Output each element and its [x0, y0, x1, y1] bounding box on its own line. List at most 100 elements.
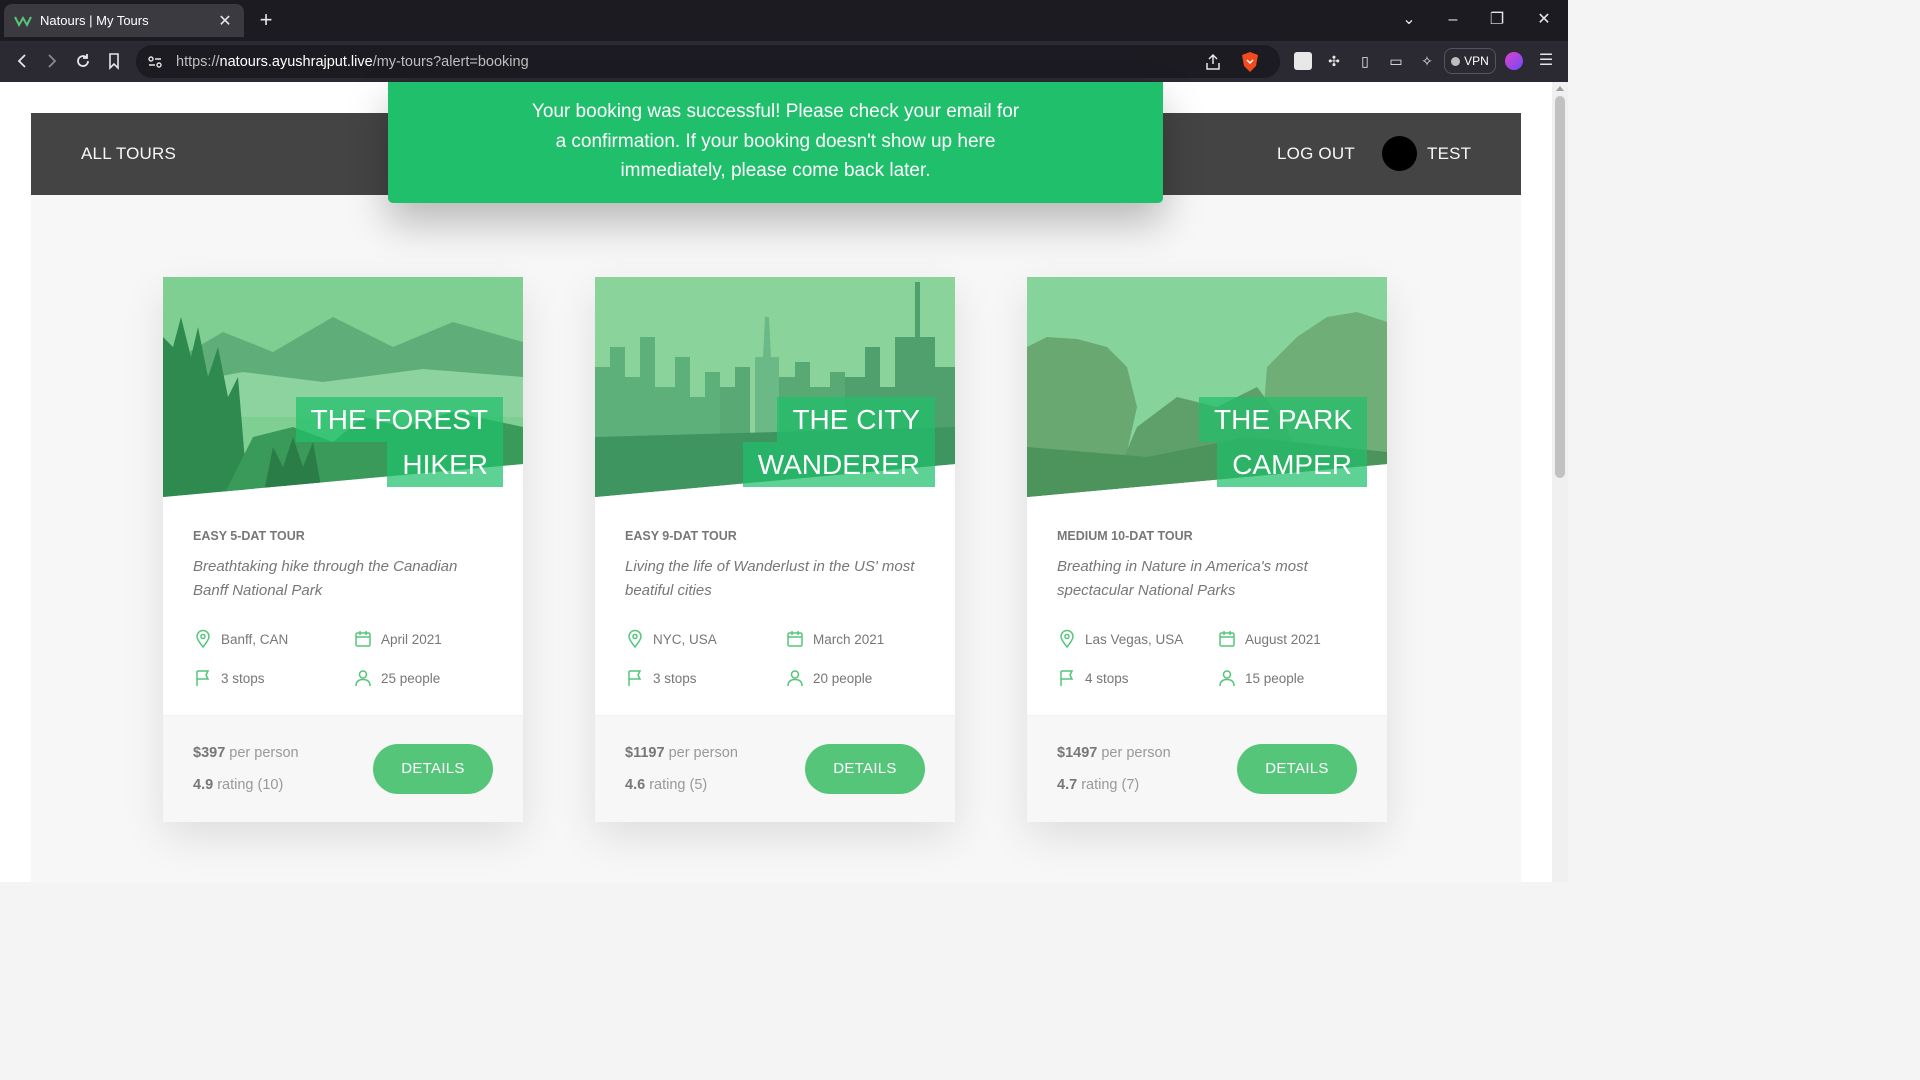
date-text: March 2021: [813, 631, 885, 647]
card-price: $1197 per person: [625, 745, 738, 761]
url-prefix: https://: [176, 54, 220, 70]
rating-value: 4.9: [193, 777, 214, 793]
rating-value: 4.7: [1057, 777, 1078, 793]
user-name-link[interactable]: TEST: [1427, 144, 1471, 164]
browser-tab-bar: Natours | My Tours ✕ + ⌄ – ❐ ✕: [0, 0, 1568, 41]
flag-icon: [628, 670, 642, 686]
scroll-up-icon[interactable]: [1556, 86, 1564, 91]
scrollbar-thumb[interactable]: [1555, 96, 1565, 478]
map-pin-icon: [196, 629, 210, 649]
price-value: $1497: [1057, 745, 1098, 761]
details-button[interactable]: DETAILS: [1237, 744, 1357, 794]
all-tours-link[interactable]: ALL TOURS: [81, 144, 176, 164]
details-button[interactable]: DETAILS: [805, 744, 925, 794]
minimize-button[interactable]: –: [1443, 10, 1463, 30]
user-icon: [787, 670, 803, 687]
leo-ai-icon[interactable]: ✧: [1417, 51, 1437, 71]
card-title: THE CITY WANDERER: [742, 397, 935, 487]
address-bar[interactable]: https://natours.ayushrajput.live/my-tour…: [136, 45, 1280, 78]
card-date: August 2021: [1217, 629, 1321, 649]
menu-icon[interactable]: ☰: [1536, 51, 1556, 71]
close-tab-icon[interactable]: ✕: [216, 11, 234, 31]
map-pin-icon: [628, 629, 642, 649]
tab-title: Natours | My Tours: [40, 13, 149, 28]
location-text: Las Vegas, USA: [1085, 631, 1184, 647]
tour-card: THE FOREST HIKER EASY 5-DAT TOUR Breatht…: [163, 277, 523, 822]
card-stops: 3 stops: [193, 668, 265, 688]
reload-button[interactable]: [73, 51, 93, 71]
calendar-icon: [355, 631, 371, 647]
date-text: April 2021: [381, 631, 442, 647]
card-title-line-2: CAMPER: [1217, 442, 1367, 487]
back-arrow-icon: [17, 54, 26, 68]
map-pin-icon: [1060, 629, 1074, 649]
sidebar-toggle-icon[interactable]: ▯: [1355, 51, 1375, 71]
logout-link[interactable]: LOG OUT: [1277, 144, 1355, 164]
card-title: THE PARK CAMPER: [1199, 397, 1367, 487]
people-text: 20 people: [813, 670, 873, 686]
new-tab-button[interactable]: +: [254, 8, 278, 32]
user-icon: [355, 670, 371, 687]
card-summary: Living the life of Wanderlust in the US'…: [625, 558, 915, 599]
profile-icon[interactable]: [1505, 52, 1523, 70]
user-avatar[interactable]: [1382, 136, 1417, 171]
card-title-line-1: THE FOREST: [295, 397, 503, 442]
card-location: NYC, USA: [625, 629, 717, 649]
card-location: Las Vegas, USA: [1057, 629, 1183, 649]
forward-button[interactable]: [42, 51, 62, 71]
vpn-button[interactable]: VPN: [1444, 48, 1496, 74]
close-window-button[interactable]: ✕: [1534, 10, 1554, 30]
page-scrollbar[interactable]: [1552, 82, 1568, 882]
people-text: 25 people: [381, 670, 441, 686]
rating-suffix: rating (5): [649, 777, 708, 793]
natours-favicon-icon: [14, 15, 32, 27]
url-path: /my-tours?alert=booking: [372, 54, 529, 70]
calendar-icon: [787, 631, 803, 647]
price-value: $397: [193, 745, 226, 761]
card-people: 15 people: [1217, 668, 1304, 688]
card-stops: 4 stops: [1057, 668, 1129, 688]
price-suffix: per person: [229, 745, 299, 761]
stops-text: 3 stops: [653, 670, 697, 686]
card-price: $1497 per person: [1057, 745, 1171, 761]
card-people: 20 people: [785, 668, 872, 688]
bookmark-button[interactable]: [104, 51, 124, 71]
extensions-puzzle-icon[interactable]: ✣: [1324, 51, 1344, 71]
back-button[interactable]: [12, 51, 32, 71]
card-title-line-1: THE CITY: [777, 397, 935, 442]
tab-search-chevron-icon[interactable]: ⌄: [1399, 10, 1419, 30]
brave-shields-icon[interactable]: [1240, 51, 1260, 73]
price-suffix: per person: [1101, 745, 1171, 761]
booking-success-alert: Your booking was successful! Please chec…: [388, 82, 1163, 203]
details-button[interactable]: DETAILS: [373, 744, 493, 794]
share-icon[interactable]: [1204, 53, 1222, 71]
user-icon: [1219, 670, 1235, 687]
card-rating: 4.7 rating (7): [1057, 777, 1139, 793]
card-date: April 2021: [353, 629, 442, 649]
restore-button[interactable]: ❐: [1487, 10, 1507, 30]
stops-text: 4 stops: [1085, 670, 1129, 686]
location-text: Banff, CAN: [221, 631, 289, 647]
url-host: natours.ayushrajput.live: [219, 54, 373, 70]
card-subheading: MEDIUM 10-DAT TOUR: [1057, 529, 1193, 543]
card-title: THE FOREST HIKER: [295, 397, 503, 487]
site-settings-icon[interactable]: [146, 53, 164, 71]
browser-tab[interactable]: Natours | My Tours ✕: [4, 4, 244, 37]
tour-card: THE PARK CAMPER MEDIUM 10-DAT TOUR Breat…: [1027, 277, 1387, 822]
rating-suffix: rating (7): [1081, 777, 1140, 793]
card-summary: Breathing in Nature in America's most sp…: [1057, 558, 1308, 599]
web-page: ALL TOURS LOG OUT TEST Your booking was …: [0, 82, 1552, 882]
extension-icon[interactable]: [1294, 52, 1312, 70]
card-rating: 4.6 rating (5): [625, 777, 707, 793]
flag-icon: [196, 670, 210, 686]
browser-toolbar: https://natours.ayushrajput.live/my-tour…: [0, 41, 1568, 82]
flag-icon: [1060, 670, 1074, 686]
card-date: March 2021: [785, 629, 884, 649]
tour-card: THE CITY WANDERER EASY 9-DAT TOUR Living…: [595, 277, 955, 822]
wallet-icon[interactable]: ▭: [1386, 51, 1406, 71]
card-summary: Breathtaking hike through the Canadian B…: [193, 558, 458, 599]
card-price: $397 per person: [193, 745, 299, 761]
card-people: 25 people: [353, 668, 440, 688]
location-text: NYC, USA: [653, 631, 717, 647]
calendar-icon: [1219, 631, 1235, 647]
